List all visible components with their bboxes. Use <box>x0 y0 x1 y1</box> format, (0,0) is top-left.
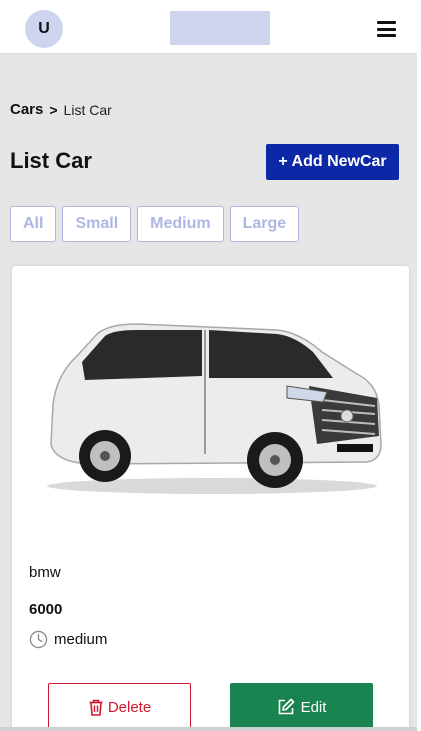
edit-icon <box>278 698 294 715</box>
horizontal-scrollbar[interactable] <box>0 727 417 731</box>
breadcrumb-cars-link[interactable]: Cars <box>10 101 43 118</box>
car-size-label: medium <box>54 631 108 648</box>
car-name: bmw <box>29 564 61 581</box>
filter-small-button[interactable]: Small <box>62 206 132 242</box>
car-size-row: medium <box>29 630 107 649</box>
delete-button[interactable]: Delete <box>48 683 191 731</box>
brand-logo[interactable] <box>170 11 270 45</box>
top-navbar: U <box>0 0 417 54</box>
page-title: List Car <box>10 148 92 173</box>
breadcrumb-current: List Car <box>63 101 112 118</box>
size-filter-group: All Small Medium Large <box>10 206 300 242</box>
filter-large-button[interactable]: Large <box>229 206 300 242</box>
breadcrumb: Cars > List Car <box>10 101 112 118</box>
hamburger-menu-icon[interactable] <box>377 21 396 37</box>
trash-icon <box>89 699 103 716</box>
breadcrumb-separator: > <box>49 101 58 118</box>
delete-label: Delete <box>107 698 152 716</box>
edit-label: Edit <box>300 698 327 716</box>
car-photo-icon <box>47 323 382 494</box>
car-card: bmw 6000 medium Delete Edit <box>12 266 409 731</box>
filter-all-button[interactable]: All <box>10 206 57 242</box>
user-avatar[interactable]: U <box>25 10 63 48</box>
add-new-car-button[interactable]: + Add NewCar <box>266 144 399 180</box>
filter-medium-button[interactable]: Medium <box>137 206 224 242</box>
edit-button[interactable]: Edit <box>230 683 373 731</box>
avatar-initial: U <box>38 20 50 37</box>
car-price: 6000 <box>29 601 63 618</box>
clock-icon <box>29 630 48 649</box>
scrollbar[interactable] <box>417 0 421 731</box>
